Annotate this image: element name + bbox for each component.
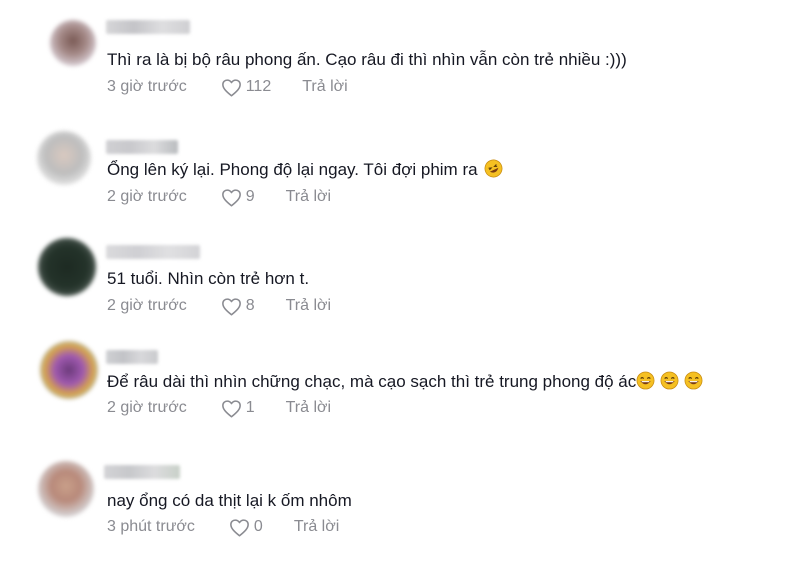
comment-text: Ổng lên ký lại. Phong độ lại ngay. Tôi đ… bbox=[107, 159, 503, 181]
like-count: 0 bbox=[253, 518, 263, 535]
comment-timestamp: 3 phút trước bbox=[107, 518, 195, 535]
comment-text: 51 tuổi. Nhìn còn trẻ hơn t. bbox=[107, 269, 310, 288]
like-button[interactable]: 8 bbox=[221, 296, 255, 316]
username-blurred[interactable] bbox=[106, 245, 200, 259]
heart-icon bbox=[221, 399, 241, 417]
avatar[interactable] bbox=[40, 341, 98, 399]
heart-icon bbox=[221, 297, 241, 315]
heart-icon bbox=[229, 518, 249, 536]
like-count: 9 bbox=[245, 188, 255, 205]
comment-timestamp: 2 giờ trước bbox=[107, 188, 187, 205]
like-count: 1 bbox=[245, 399, 255, 416]
like-count: 112 bbox=[245, 78, 272, 95]
comment-text-content: Ổng lên ký lại. Phong độ lại ngay. Tôi đ… bbox=[107, 160, 478, 179]
like-count: 8 bbox=[245, 297, 255, 314]
comment-text: nay ổng có da thịt lại k ốm nhôm bbox=[107, 491, 352, 510]
like-button[interactable]: 0 bbox=[229, 517, 263, 537]
reply-button[interactable]: Trả lời bbox=[294, 517, 339, 537]
heart-icon bbox=[221, 78, 241, 96]
reply-button[interactable]: Trả lời bbox=[286, 187, 331, 207]
laughing-emoji bbox=[684, 371, 703, 390]
comment-text: Thì ra là bị bộ râu phong ấn. Cạo râu đi… bbox=[107, 50, 627, 69]
username-blurred[interactable] bbox=[106, 350, 158, 364]
reply-button[interactable]: Trả lời bbox=[286, 398, 331, 418]
like-button[interactable]: 112 bbox=[221, 77, 272, 97]
laughing-emoji bbox=[660, 371, 679, 390]
comment-meta: 2 giờ trước 8 Trả lời bbox=[107, 296, 331, 316]
avatar[interactable] bbox=[50, 20, 96, 66]
like-button[interactable]: 9 bbox=[221, 187, 255, 207]
comment-meta: 2 giờ trước 1 Trả lời bbox=[107, 398, 331, 418]
reply-button[interactable]: Trả lời bbox=[302, 77, 347, 97]
reply-button[interactable]: Trả lời bbox=[286, 296, 331, 316]
comment-meta: 2 giờ trước 9 Trả lời bbox=[107, 187, 331, 207]
comment-meta: 3 giờ trước 112 Trả lời bbox=[107, 77, 348, 97]
comment-meta: 3 phút trước 0 Trả lời bbox=[107, 517, 339, 537]
rofl-emoji bbox=[484, 159, 503, 178]
avatar[interactable] bbox=[38, 238, 96, 296]
username-blurred[interactable] bbox=[106, 20, 190, 34]
comment-timestamp: 3 giờ trước bbox=[107, 78, 187, 95]
comment-text-content: Để râu dài thì nhìn chững chạc, mà cạo s… bbox=[107, 372, 637, 391]
avatar[interactable] bbox=[38, 461, 94, 517]
comment-timestamp: 2 giờ trước bbox=[107, 399, 187, 416]
like-button[interactable]: 1 bbox=[221, 398, 255, 418]
comment-text: Để râu dài thì nhìn chững chạc, mà cạo s… bbox=[107, 371, 703, 393]
username-blurred[interactable] bbox=[106, 140, 178, 154]
comment-timestamp: 2 giờ trước bbox=[107, 297, 187, 314]
laughing-emoji bbox=[636, 371, 655, 390]
avatar[interactable] bbox=[37, 131, 91, 185]
heart-icon bbox=[221, 188, 241, 206]
username-blurred[interactable] bbox=[104, 465, 180, 479]
